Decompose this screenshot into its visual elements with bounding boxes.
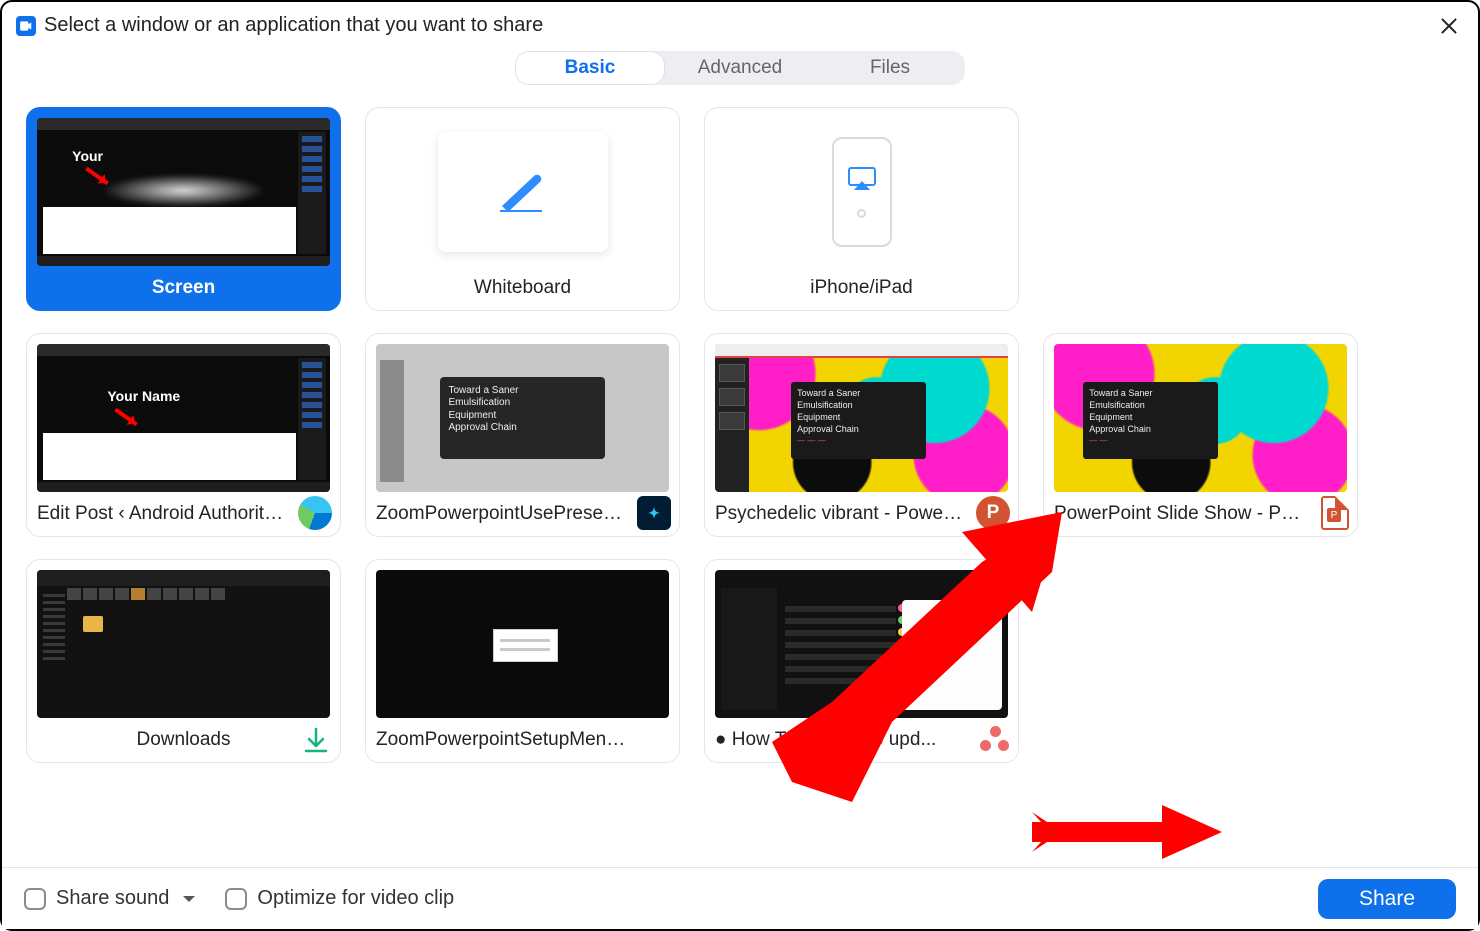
close-button[interactable] [1438,15,1460,37]
window-thumbnail: Toward a Saner Emulsification Equipment … [1054,344,1347,492]
window-label: ZoomPowerpointSetupMenu.jpg ... [376,729,626,751]
share-sound-label: Share sound [56,887,169,910]
download-icon [302,726,330,754]
dialog-title: Select a window or an application that y… [44,14,543,37]
share-sound-checkbox[interactable]: Share sound [24,887,195,910]
window-how-to[interactable]: ● How To — How to upd... [704,559,1019,763]
option-screen[interactable]: Your Screen [26,107,341,311]
tab-advanced[interactable]: Advanced [665,51,815,85]
window-label: Psychedelic vibrant - PowerPoint [715,503,965,525]
annotation-arrow-share [1032,797,1232,872]
footer-bar: Share sound Optimize for video clip Shar… [2,867,1478,929]
window-edit-post[interactable]: Your Name Edit Post ‹ Android Authority … [26,333,341,537]
window-downloads[interactable]: Downloads [26,559,341,763]
option-screen-label: Screen [152,277,215,299]
window-label: Edit Post ‹ Android Authority — ... [37,503,287,525]
window-label: Downloads [137,729,231,751]
tab-files[interactable]: Files [815,51,965,85]
window-thumbnail [376,570,669,718]
powerpoint-icon [976,496,1010,530]
zoom-logo-icon [16,16,36,36]
screen-thumbnail: Your [37,118,330,266]
option-iphone-ipad[interactable]: iPhone/iPad [704,107,1019,311]
pen-icon [496,172,550,212]
option-iphone-label: iPhone/iPad [810,277,912,299]
window-psychedelic-ppt[interactable]: Toward a Saner Emulsification Equipment … [704,333,1019,537]
powerpoint-file-icon [1321,496,1349,530]
photoshop-icon: ✦ [637,496,671,530]
window-zoom-presenter-view[interactable]: Toward a SanerEmulsificationEquipmentApp… [365,333,680,537]
window-thumbnail: Toward a Saner Emulsification Equipment … [715,344,1008,492]
window-thumbnail: Toward a SanerEmulsificationEquipmentApp… [376,344,669,492]
window-thumbnail [37,570,330,718]
asana-icon [980,726,1010,756]
tab-basic[interactable]: Basic [515,51,665,85]
window-thumbnail [715,570,1008,718]
window-label: ● How To — How to upd... [715,729,936,751]
edge-icon [298,496,332,530]
iphone-thumbnail [715,118,1008,266]
option-whiteboard-label: Whiteboard [474,277,571,299]
window-zoom-setup-menu[interactable]: ZoomPowerpointSetupMenu.jpg ... [365,559,680,763]
whiteboard-thumbnail [376,118,669,266]
window-thumbnail: Your Name [37,344,330,492]
mode-tabs: Basic Advanced Files [515,51,965,85]
optimize-video-label: Optimize for video clip [257,887,454,910]
optimize-video-checkbox[interactable]: Optimize for video clip [225,887,454,910]
option-whiteboard[interactable]: Whiteboard [365,107,680,311]
share-button[interactable]: Share [1318,879,1456,919]
window-ppt-slideshow[interactable]: Toward a Saner Emulsification Equipment … [1043,333,1358,537]
airplay-icon [848,167,876,191]
window-label: PowerPoint Slide Show - Psyche... [1054,503,1304,525]
chevron-down-icon[interactable] [183,896,195,908]
window-label: ZoomPowerpointUsePresenterVie... [376,503,626,525]
